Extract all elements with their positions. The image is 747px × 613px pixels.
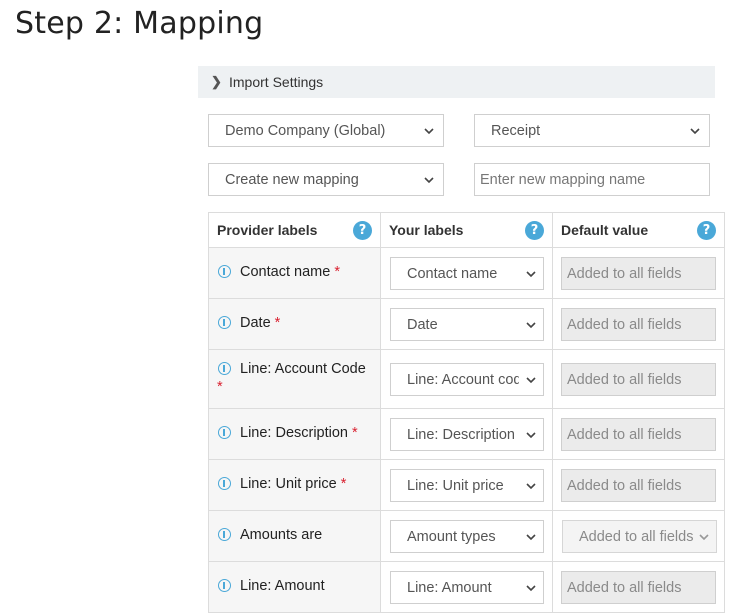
your-label-cell: Line: Amount <box>380 561 553 613</box>
table-row: Line: Description * Line: Description Ad… <box>208 408 725 460</box>
default-value-input: Added to all fields <box>561 418 716 451</box>
your-label-cell: Contact name <box>380 247 553 299</box>
mapping-select[interactable]: Create new mapping <box>208 163 444 196</box>
table-header-row: Provider labels? Your labels? Default va… <box>208 212 725 248</box>
default-value-input: Added to all fields <box>561 308 716 341</box>
default-value-input: Added to all fields <box>561 363 716 396</box>
your-label-cell: Line: Description <box>380 408 553 460</box>
chevron-down-icon <box>424 128 434 135</box>
help-icon[interactable]: ? <box>525 221 544 240</box>
table-row: Date * Date Added to all fields <box>208 298 725 350</box>
page-title: Step 2: Mapping <box>15 6 264 41</box>
table-row: Amounts are Amount types Added to all fi… <box>208 510 725 562</box>
help-icon[interactable]: ? <box>353 221 372 240</box>
chevron-down-icon <box>526 432 536 439</box>
table-row: Contact name * Contact name Added to all… <box>208 247 725 299</box>
default-value-input: Added to all fields <box>561 257 716 290</box>
table-row: Line: Unit price * Line: Unit price Adde… <box>208 459 725 511</box>
info-icon[interactable] <box>218 316 231 329</box>
info-icon[interactable] <box>218 265 231 278</box>
your-label-cell: Amount types <box>380 510 553 562</box>
your-label-select[interactable]: Line: Description <box>390 418 544 451</box>
provider-label-cell: Contact name * <box>208 247 381 299</box>
chevron-down-icon <box>424 177 434 184</box>
chevron-down-icon <box>690 128 700 135</box>
document-type-select[interactable]: Receipt <box>474 114 710 147</box>
provider-label-cell: Date * <box>208 298 381 350</box>
default-value-cell: Added to all fields <box>552 298 725 350</box>
provider-label-cell: Amounts are <box>208 510 381 562</box>
import-settings-toggle[interactable]: ❯ Import Settings <box>198 66 715 98</box>
mapping-name-input[interactable]: Enter new mapping name <box>474 163 710 196</box>
default-value-header: Default value? <box>552 212 725 248</box>
your-labels-header: Your labels? <box>380 212 553 248</box>
mapping-table: Provider labels? Your labels? Default va… <box>208 212 725 613</box>
your-label-select[interactable]: Line: Account code <box>390 363 544 396</box>
default-value-cell: Added to all fields <box>552 349 725 409</box>
your-label-select[interactable]: Amount types <box>390 520 544 553</box>
chevron-right-icon: ❯ <box>211 74 222 89</box>
provider-labels-header: Provider labels? <box>208 212 381 248</box>
help-icon[interactable]: ? <box>697 221 716 240</box>
company-select[interactable]: Demo Company (Global) <box>208 114 444 147</box>
info-icon[interactable] <box>218 579 231 592</box>
default-value-cell: Added to all fields <box>552 561 725 613</box>
your-label-cell: Date <box>380 298 553 350</box>
table-row: Line: Amount Line: Amount Added to all f… <box>208 561 725 613</box>
provider-label-cell: Line: Unit price * <box>208 459 381 511</box>
chevron-down-icon <box>526 377 536 384</box>
info-icon[interactable] <box>218 362 231 375</box>
chevron-down-icon <box>526 483 536 490</box>
chevron-down-icon <box>526 271 536 278</box>
default-value-select[interactable]: Added to all fields <box>562 520 717 553</box>
your-label-cell: Line: Unit price <box>380 459 553 511</box>
chevron-down-icon <box>526 585 536 592</box>
chevron-down-icon <box>699 534 709 541</box>
chevron-down-icon <box>526 322 536 329</box>
provider-label-cell: Line: Account Code * <box>208 349 381 409</box>
provider-label-cell: Line: Description * <box>208 408 381 460</box>
your-label-select[interactable]: Contact name <box>390 257 544 290</box>
default-value-cell: Added to all fields <box>552 510 725 562</box>
info-icon[interactable] <box>218 426 231 439</box>
default-value-cell: Added to all fields <box>552 459 725 511</box>
default-value-input: Added to all fields <box>561 571 716 604</box>
table-row: Line: Account Code * Line: Account code … <box>208 349 725 409</box>
info-icon[interactable] <box>218 477 231 490</box>
your-label-cell: Line: Account code <box>380 349 553 409</box>
default-value-cell: Added to all fields <box>552 408 725 460</box>
your-label-select[interactable]: Date <box>390 308 544 341</box>
your-label-select[interactable]: Line: Unit price <box>390 469 544 502</box>
default-value-input: Added to all fields <box>561 469 716 502</box>
your-label-select[interactable]: Line: Amount <box>390 571 544 604</box>
default-value-cell: Added to all fields <box>552 247 725 299</box>
chevron-down-icon <box>526 534 536 541</box>
provider-label-cell: Line: Amount <box>208 561 381 613</box>
import-settings-label: Import Settings <box>229 74 324 90</box>
info-icon[interactable] <box>218 528 231 541</box>
